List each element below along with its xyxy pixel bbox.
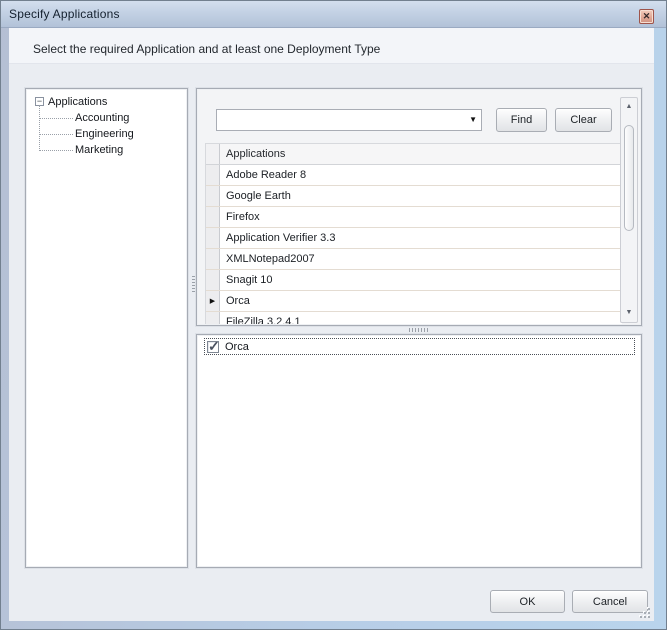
row-indicator-cell: ▶ [206,291,220,311]
dialog-title: Specify Applications [9,7,120,21]
tree-root-label[interactable]: Applications [47,96,108,108]
title-bar[interactable]: Specify Applications ✕ [1,1,666,28]
application-search-combo[interactable]: ▼ [216,109,482,131]
applications-tree-panel: − Applications Accounting Engineering Ma… [25,88,188,568]
specify-applications-dialog: Specify Applications ✕ Select the requir… [0,0,667,630]
application-cell[interactable]: FileZilla 3.2.4.1 [220,312,622,324]
deployment-type-item[interactable]: ✓ Orca [204,338,635,355]
current-row-arrow-icon: ▶ [210,298,215,305]
grid-row[interactable]: Google Earth [206,186,622,207]
tree-connector-line [39,105,40,151]
grid-row[interactable]: Firefox [206,207,622,228]
grid-row[interactable]: XMLNotepad2007 [206,249,622,270]
application-cell[interactable]: Orca [220,291,622,311]
application-cell[interactable]: XMLNotepad2007 [220,249,622,269]
tree-node-applications[interactable]: − Applications [35,94,108,109]
find-button[interactable]: Find [496,108,547,132]
row-indicator-cell [206,186,220,206]
grid-column-header[interactable]: Applications [220,144,622,164]
resize-grip-icon[interactable] [640,608,650,618]
row-indicator-cell [206,312,220,324]
row-indicator-cell [206,228,220,248]
application-cell[interactable]: Adobe Reader 8 [220,165,622,185]
application-cell[interactable]: Application Verifier 3.3 [220,228,622,248]
application-cell[interactable]: Snagit 10 [220,270,622,290]
grid-row[interactable]: Snagit 10 [206,270,622,291]
deployment-type-label: Orca [225,341,249,353]
application-cell[interactable]: Firefox [220,207,622,227]
scroll-down-icon[interactable]: ▼ [621,306,637,320]
row-indicator-cell [206,165,220,185]
row-indicator-cell [206,249,220,269]
grid-row[interactable]: Application Verifier 3.3 [206,228,622,249]
ok-button[interactable]: OK [490,590,565,613]
search-input[interactable] [219,111,457,129]
scrollbar-thumb[interactable] [624,125,634,231]
grid-row[interactable]: FileZilla 3.2.4.1 [206,312,622,324]
row-indicator-cell [206,144,220,164]
instruction-text: Select the required Application and at l… [33,42,380,56]
row-indicator-cell [206,207,220,227]
grid-header-row[interactable]: Applications [206,144,622,165]
applications-grid-panel: ▼ Find Clear Applications Adobe Reader 8… [196,88,642,326]
grid-row[interactable]: Adobe Reader 8 [206,165,622,186]
close-icon[interactable]: ✕ [639,9,654,24]
checkmark-icon: ✓ [208,338,220,355]
cancel-button[interactable]: Cancel [572,590,648,613]
horizontal-splitter[interactable] [196,327,642,333]
application-cell[interactable]: Google Earth [220,186,622,206]
clear-button[interactable]: Clear [555,108,612,132]
tree-node-marketing[interactable]: Marketing [75,143,123,157]
chevron-down-icon[interactable]: ▼ [469,116,477,124]
grid-scrollbar[interactable]: ▲ ▼ [620,97,638,323]
tree-node-accounting[interactable]: Accounting [75,111,129,125]
splitter-grip-icon [409,328,429,332]
checkbox-checked-icon[interactable]: ✓ [207,341,219,353]
scroll-up-icon[interactable]: ▲ [621,100,637,114]
tree-node-engineering[interactable]: Engineering [75,127,134,141]
row-indicator-cell [206,270,220,290]
deployment-type-list-panel: ✓ Orca [196,334,642,568]
applications-tree: − Applications Accounting Engineering Ma… [26,89,187,567]
dialog-content: Select the required Application and at l… [9,28,654,621]
grid-row-current[interactable]: ▶ Orca [206,291,622,312]
applications-grid: Applications Adobe Reader 8 Google Earth… [205,143,622,324]
